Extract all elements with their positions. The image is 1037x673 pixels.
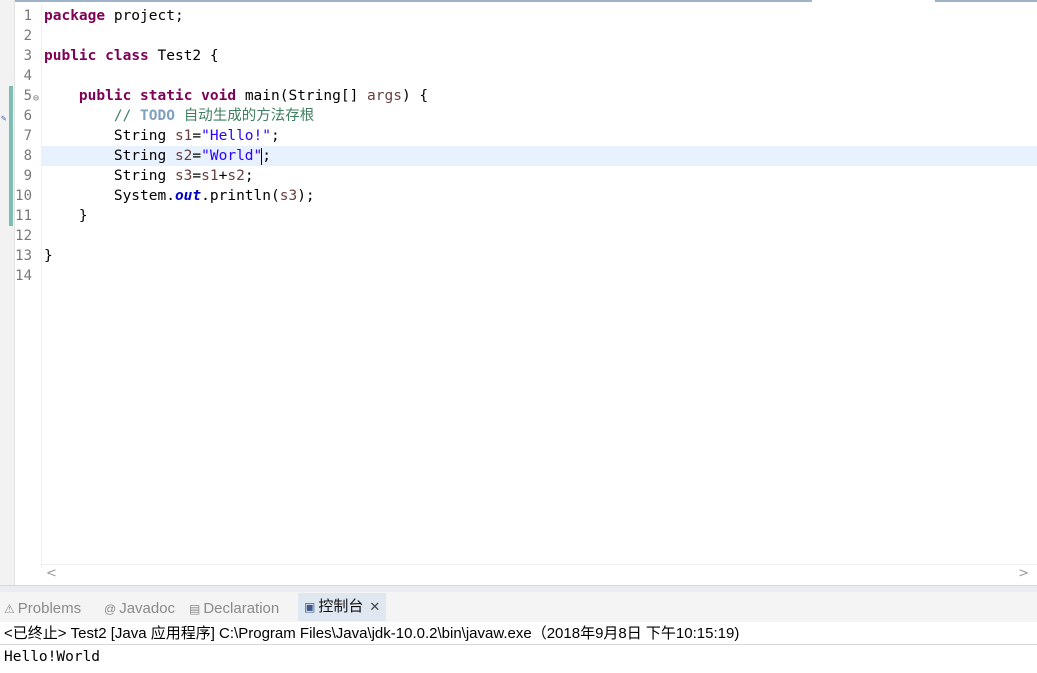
semicolon: ; [271,128,280,144]
tab-javadoc[interactable]: @ Javadoc [104,598,175,620]
close-icon[interactable]: ✕ [369,599,380,614]
variable: args [367,88,402,104]
tab-label: Problems [17,600,82,617]
code-line[interactable]: 2 [0,26,1037,46]
keyword: static [140,88,193,104]
static-field: out [174,188,202,204]
line-number: 10 [15,188,32,204]
code-text: } [44,208,88,224]
code-line[interactable]: 1 package project; [0,6,1037,26]
string-literal: "Hello!" [201,128,271,144]
code-line[interactable]: 5 public static void main(String[] args)… [0,86,1037,106]
comment-text: 自动生成的方法存根 [174,108,315,124]
operator: = [192,168,202,184]
declaration-icon: ▤ [189,602,201,616]
code-line[interactable]: 7 String s1="Hello!"; [0,126,1037,146]
code-line[interactable]: 3 public class Test2 { [0,46,1037,66]
line-number: 12 [15,228,32,244]
code-line[interactable]: 14 [0,266,1037,286]
line-number: 11 [15,208,32,224]
javadoc-icon: @ [104,602,117,616]
semicolon: ; [262,148,271,164]
code-text: Test2 { [148,48,219,64]
code-line[interactable]: 12 [0,226,1037,246]
panel-divider[interactable] [0,585,1037,592]
code-text: ) { [401,88,429,104]
console-header: <已终止> Test2 [Java 应用程序] C:\Program Files… [4,625,740,642]
code-text: .println( [201,188,280,204]
code-line[interactable]: 8 String s2="World"; [0,146,1037,166]
line-number: 13 [15,248,32,264]
keyword: public [78,88,132,104]
tab-declaration[interactable]: ▤ Declaration [189,598,279,620]
code-line[interactable]: 9 String s3=s1+s2; [0,166,1037,186]
variable: s3 [174,168,193,184]
code-line[interactable]: 11 } [0,206,1037,226]
variable: s3 [279,188,298,204]
console-output[interactable]: Hello!World [4,647,100,667]
console-icon: ▣ [304,600,316,614]
bottom-panel-tabs: ⚠ Problems @ Javadoc ▤ Declaration ▣ 控制台 ✕ [0,592,1037,622]
line-number: 4 [23,68,32,84]
string-literal: "World" [201,148,263,164]
code-text: main(String[] [236,88,368,104]
keyword: package [44,8,106,24]
tab-console[interactable]: ▣ 控制台 ✕ [298,593,387,621]
type-name: String [113,168,175,184]
code-line[interactable]: 10 System.out.println(s3); [0,186,1037,206]
line-number: 9 [23,168,32,184]
variable: s2 [227,168,245,184]
editor-top-border-right [935,0,1037,2]
code-line[interactable]: 4 [0,66,1037,86]
line-number: 14 [15,268,32,284]
tab-label: Declaration [203,600,280,617]
line-number: 1 [23,8,32,24]
line-number: 5 [23,88,32,104]
operator: = [192,148,202,164]
keyword: void [201,88,237,104]
line-number: 7 [23,128,32,144]
code-line[interactable]: 13 } [0,246,1037,266]
line-number: 2 [23,28,32,44]
comment: // [113,108,141,124]
todo-tag: TODO [140,108,175,124]
code-text: project; [105,8,184,24]
line-number: 3 [23,48,32,64]
code-editor[interactable]: ⊖ ✎ 1 package project; 2 3 public class … [0,4,1037,568]
horizontal-scrollbar[interactable]: < > [42,564,1037,585]
semicolon: ; [244,168,254,184]
tab-label: Javadoc [119,600,176,617]
line-number: 6 [23,108,32,124]
scroll-right-icon[interactable]: > [1018,566,1029,581]
code-text: ); [297,188,315,204]
code-text: } [44,248,53,264]
type-name: String [113,148,175,164]
line-number: 8 [23,148,32,164]
operator: = [192,128,202,144]
variable: s2 [174,148,193,164]
variable: s1 [201,168,219,184]
tab-problems[interactable]: ⚠ Problems [4,598,81,620]
type-name: String [113,128,175,144]
code-line[interactable]: 6 // TODO 自动生成的方法存根 [0,106,1037,126]
editor-top-border [0,0,812,2]
keyword: class [105,48,149,64]
keyword: public [44,48,97,64]
console-separator [0,644,1037,645]
code-text: System. [113,188,175,204]
tab-label: 控制台 [318,598,364,615]
scroll-left-icon[interactable]: < [46,566,57,581]
variable: s1 [174,128,193,144]
problems-icon: ⚠ [4,602,15,616]
